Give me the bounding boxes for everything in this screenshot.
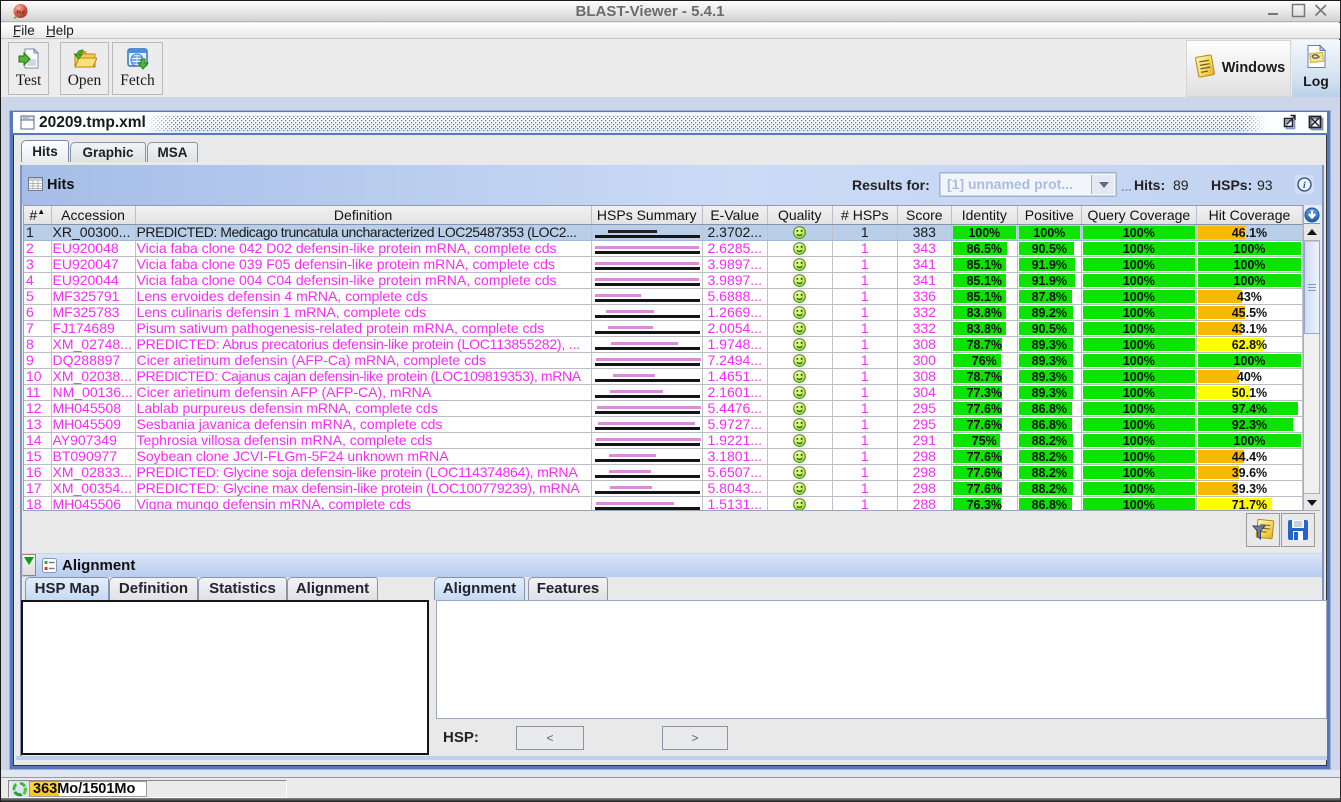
svg-text:i: i bbox=[1303, 181, 1306, 191]
